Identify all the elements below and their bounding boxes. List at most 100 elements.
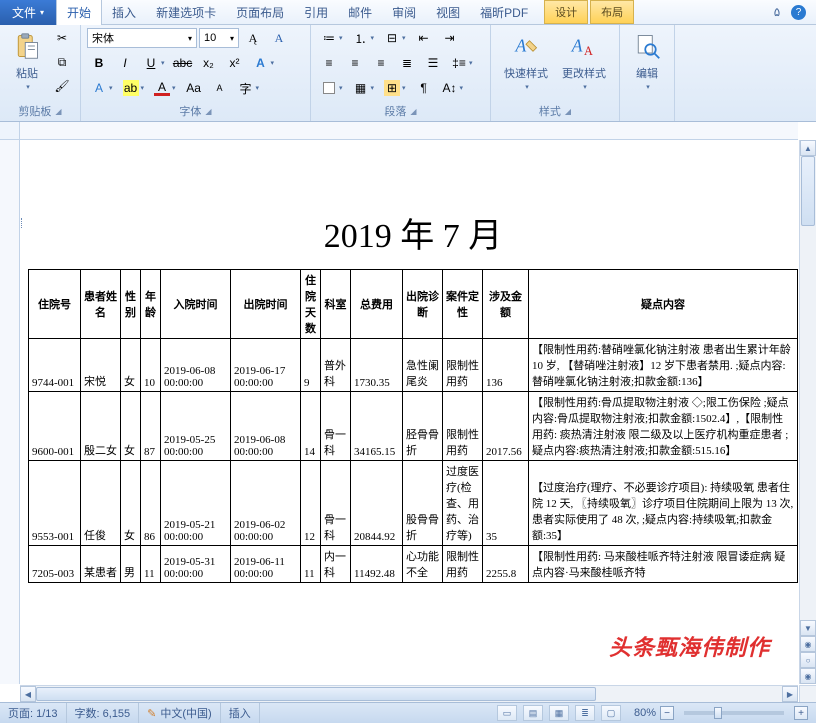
page-canvas[interactable]: 2019 年 7 月 住院号 患者姓名 性别 年龄 入院时间 出院时间 住院天数… <box>20 140 798 684</box>
help-icon[interactable]: ? <box>791 5 806 20</box>
tab-new[interactable]: 新建选项卡 <box>146 0 226 25</box>
minimize-ribbon-icon[interactable]: ۵ <box>769 4 785 20</box>
contextual-tab-design[interactable]: 设计 <box>544 0 588 24</box>
table-cell: 【过度治疗(理疗、不必要诊疗项目): 持续吸氧 患者住院 12 天, 〖持续吸氧… <box>529 461 798 546</box>
text-effects-button[interactable]: A <box>249 52 279 74</box>
justify-button[interactable]: ≣ <box>395 52 419 74</box>
horizontal-scrollbar[interactable]: ◀ ▶ <box>20 685 798 702</box>
table-cell: 胫骨骨折 <box>403 392 443 461</box>
line-spacing-icon: ‡≡ <box>451 55 467 71</box>
data-table[interactable]: 住院号 患者姓名 性别 年龄 入院时间 出院时间 住院天数 科室 总费用 出院诊… <box>28 269 798 583</box>
bullets-button[interactable]: ≔ <box>317 27 347 49</box>
tab-review[interactable]: 审阅 <box>382 0 426 25</box>
table-cell: 内一科 <box>321 546 351 583</box>
text-direction-button[interactable]: A↕ <box>438 77 468 99</box>
borders-button[interactable]: ▦ <box>349 77 379 99</box>
bold-button[interactable]: B <box>87 52 111 74</box>
table-header-row: 住院号 患者姓名 性别 年龄 入院时间 出院时间 住院天数 科室 总费用 出院诊… <box>29 270 798 339</box>
tab-view[interactable]: 视图 <box>426 0 470 25</box>
find-icon <box>633 32 661 63</box>
paragraph-dialog-launcher[interactable]: ◢ <box>410 107 416 116</box>
multilevel-button[interactable]: ⊟ <box>380 27 410 49</box>
table-row[interactable]: 9553-001任俊女862019-05-21 00:00:002019-06-… <box>29 461 798 546</box>
change-styles-button[interactable]: AA 更改样式 <box>555 27 613 96</box>
clipboard-dialog-launcher[interactable]: ◢ <box>55 107 61 116</box>
file-menu-button[interactable]: 文件 <box>0 0 56 25</box>
table-row[interactable]: 9600-001殷二女女872019-05-25 00:00:002019-06… <box>29 392 798 461</box>
prev-page-button[interactable]: ◉ <box>800 636 816 652</box>
font-size-combo[interactable]: 10▾ <box>199 28 239 48</box>
zoom-slider-thumb[interactable] <box>714 707 722 719</box>
zoom-slider[interactable] <box>684 711 784 715</box>
tab-home[interactable]: 开始 <box>56 0 102 25</box>
line-spacing-button[interactable]: ‡≡ <box>447 52 477 74</box>
char-scale-button[interactable]: Aa <box>182 77 206 99</box>
decrease-indent-button[interactable]: ⇤ <box>412 27 436 49</box>
scroll-down-arrow[interactable]: ▼ <box>800 620 816 636</box>
table-row[interactable]: 7205-003某患者男112019-05-31 00:00:002019-06… <box>29 546 798 583</box>
vertical-scrollbar[interactable]: ▲ ▼ ◉ ○ ◉ <box>799 140 816 684</box>
table-cell: 136 <box>483 339 529 392</box>
styles-dialog-launcher[interactable]: ◢ <box>565 107 571 116</box>
view-print-layout-button[interactable]: ▭ <box>497 705 517 721</box>
font-name-combo[interactable]: 宋体▾ <box>87 28 197 48</box>
zoom-level[interactable]: 80% <box>634 707 656 719</box>
tab-mail[interactable]: 邮件 <box>338 0 382 25</box>
tab-page-layout[interactable]: 页面布局 <box>226 0 294 25</box>
strikethrough-button[interactable]: abc <box>171 52 195 74</box>
scroll-right-arrow[interactable]: ▶ <box>782 686 798 702</box>
highlight-button[interactable]: ab <box>119 77 149 99</box>
shrink-font-button[interactable]: A <box>208 77 232 99</box>
browse-object-button[interactable]: ○ <box>800 652 816 668</box>
zoom-out-button[interactable]: − <box>660 706 674 720</box>
status-language[interactable]: ✎中文(中国) <box>139 703 221 723</box>
scroll-left-arrow[interactable]: ◀ <box>20 686 36 702</box>
status-insert-mode[interactable]: 插入 <box>221 703 260 723</box>
quick-styles-button[interactable]: A 快速样式 <box>497 27 555 96</box>
horizontal-ruler[interactable] <box>20 122 798 140</box>
status-page[interactable]: 页面: 1/13 <box>0 703 67 723</box>
tab-insert[interactable]: 插入 <box>102 0 146 25</box>
hscroll-thumb[interactable] <box>36 687 596 701</box>
view-reading-button[interactable]: ▤ <box>523 705 543 721</box>
superscript-button[interactable]: x² <box>223 52 247 74</box>
font-color-button[interactable]: A <box>150 77 180 99</box>
zoom-in-button[interactable]: + <box>794 706 808 720</box>
svg-text:A: A <box>571 35 583 55</box>
status-word-count[interactable]: 字数: 6,155 <box>67 703 140 723</box>
view-outline-button[interactable]: ≣ <box>575 705 595 721</box>
increase-indent-button[interactable]: ⇥ <box>438 27 462 49</box>
format-painter-button[interactable]: 🖌 <box>50 75 74 97</box>
phonetic-button[interactable]: A <box>87 77 117 99</box>
contextual-tab-layout[interactable]: 布局 <box>590 0 634 24</box>
enclose-button[interactable]: 字 <box>234 77 264 99</box>
align-right-button[interactable]: ≡ <box>369 52 393 74</box>
copy-button[interactable]: ⧉ <box>50 51 74 73</box>
italic-button[interactable]: I <box>113 52 137 74</box>
change-case-button[interactable]: A <box>267 27 291 49</box>
align-left-button[interactable]: ≡ <box>317 52 341 74</box>
numbering-button[interactable]: ⒈ <box>349 27 379 49</box>
view-draft-button[interactable]: ▢ <box>601 705 621 721</box>
next-page-button[interactable]: ◉ <box>800 668 816 684</box>
vertical-ruler[interactable] <box>0 140 20 684</box>
show-marks-button[interactable]: ¶ <box>412 77 436 99</box>
grow-font-button[interactable]: Ą <box>241 27 265 49</box>
group-font-label: 字体 <box>179 103 201 119</box>
font-dialog-launcher[interactable]: ◢ <box>205 107 211 116</box>
shading-button[interactable] <box>317 77 347 99</box>
tab-foxit-pdf[interactable]: 福昕PDF <box>470 0 538 25</box>
subscript-button[interactable]: x₂ <box>197 52 221 74</box>
paste-button[interactable]: 粘贴 <box>6 27 48 96</box>
cut-button[interactable]: ✂ <box>50 27 74 49</box>
distribute-button[interactable]: ☰ <box>421 52 445 74</box>
editing-button[interactable]: 编辑 <box>626 27 668 96</box>
scroll-up-arrow[interactable]: ▲ <box>800 140 816 156</box>
align-center-button[interactable]: ≡ <box>343 52 367 74</box>
vscroll-thumb[interactable] <box>801 156 815 226</box>
tab-reference[interactable]: 引用 <box>294 0 338 25</box>
sort-button[interactable]: ⊞ <box>380 77 410 99</box>
view-web-button[interactable]: ▦ <box>549 705 569 721</box>
table-row[interactable]: 9744-001宋悦女102019-06-08 00:00:002019-06-… <box>29 339 798 392</box>
underline-button[interactable]: U <box>139 52 169 74</box>
